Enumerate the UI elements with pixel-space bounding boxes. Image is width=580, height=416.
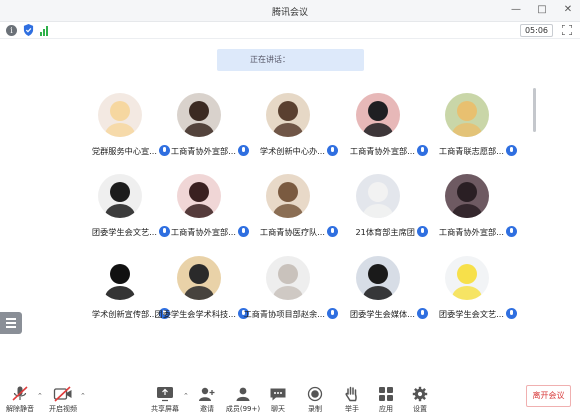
- network-signal-icon[interactable]: [40, 25, 48, 36]
- camera-off-icon: [53, 386, 72, 402]
- participant-tile[interactable]: 团委学生会媒体...: [333, 256, 428, 331]
- participant-name: 工商青协外宣部...: [170, 146, 236, 156]
- participant-name: 工商青协外宣部...: [170, 227, 236, 237]
- avatar: [266, 174, 310, 218]
- participant-name: 学术创新中心办...: [259, 146, 325, 156]
- hand-icon: [345, 386, 357, 402]
- record-button[interactable]: 录制: [295, 386, 335, 416]
- avatar: [98, 93, 142, 137]
- settings-button[interactable]: 设置: [400, 386, 440, 416]
- participant-list-toggle[interactable]: [0, 312, 22, 334]
- unmute-button[interactable]: 解除静音: [0, 386, 40, 416]
- info-icon[interactable]: i: [6, 24, 17, 36]
- invite-button[interactable]: 邀请: [187, 386, 227, 416]
- members-icon: [236, 387, 250, 401]
- leave-meeting-button[interactable]: 离开会议: [526, 385, 571, 407]
- avatar: [356, 93, 400, 137]
- participant-name: 工商青协外宣部...: [438, 227, 504, 237]
- avatar: [266, 93, 310, 137]
- settings-label: 设置: [413, 405, 427, 413]
- meeting-toolbar: 解除静音 ⌃ 开启视频 ⌃ 共享屏幕 ⌃ 邀请 成员(99+) 聊天 录制 举手…: [0, 380, 580, 416]
- chevron-up-icon[interactable]: ⌃: [37, 392, 43, 400]
- apps-icon: [379, 387, 393, 401]
- mic-status-icon: [506, 308, 517, 319]
- gear-icon: [412, 386, 428, 402]
- minimize-icon[interactable]: —: [510, 3, 522, 17]
- record-label: 录制: [308, 405, 322, 413]
- participant-name: 团委学生会文艺...: [91, 227, 157, 237]
- members-label: 成员(99+): [225, 405, 261, 413]
- participant-name: 工商青协项目部赵余...: [243, 309, 326, 319]
- avatar: [98, 174, 142, 218]
- members-button[interactable]: 成员(99+): [223, 386, 263, 416]
- avatar: [177, 93, 221, 137]
- meeting-timer: 05:06: [519, 24, 553, 37]
- participant-name: 21体育部主席团: [355, 227, 415, 237]
- mic-status-icon: [506, 145, 517, 156]
- participant-tile[interactable]: 工商青协项目部赵余...: [243, 256, 338, 331]
- participant-name: 团委学生会媒体...: [349, 309, 415, 319]
- participant-name: 党群服务中心宣...: [91, 146, 157, 156]
- scrollbar[interactable]: [533, 88, 536, 132]
- avatar: [445, 93, 489, 137]
- chat-label: 聊天: [271, 405, 285, 413]
- participant-tile[interactable]: 工商青协外宣部...: [154, 93, 249, 168]
- shield-icon[interactable]: [23, 24, 34, 36]
- participant-tile[interactable]: 团委学生会学术科技...: [154, 256, 249, 331]
- status-bar: i 05:06: [0, 22, 580, 39]
- start-video-label: 开启视频: [49, 405, 77, 413]
- title-bar: 腾讯会议 — □ ✕: [0, 0, 580, 22]
- avatar: [266, 256, 310, 300]
- close-icon[interactable]: ✕: [562, 3, 574, 17]
- avatar: [356, 174, 400, 218]
- speaking-indicator: 正在讲话：: [217, 49, 364, 71]
- record-icon: [307, 386, 323, 402]
- maximize-icon[interactable]: □: [536, 3, 548, 17]
- share-screen-button[interactable]: 共享屏幕: [145, 386, 185, 416]
- mic-status-icon: [506, 226, 517, 237]
- participant-name: 团委学生会学术科技...: [154, 309, 237, 319]
- window-controls: — □ ✕: [510, 3, 574, 17]
- participant-tile[interactable]: 工商青协医疗队...: [243, 174, 338, 249]
- add-user-icon: [199, 387, 215, 401]
- participant-tile[interactable]: 工商青协外宣部...: [422, 174, 517, 249]
- avatar: [177, 174, 221, 218]
- chat-icon: [270, 388, 286, 401]
- participant-tile[interactable]: 工商青协外宣部...: [154, 174, 249, 249]
- participant-tile[interactable]: 学术创新中心办...: [243, 93, 338, 168]
- avatar: [98, 256, 142, 300]
- avatar: [356, 256, 400, 300]
- share-screen-label: 共享屏幕: [151, 405, 179, 413]
- start-video-button[interactable]: 开启视频: [43, 386, 83, 416]
- participant-tile[interactable]: 工商青联志愿部...: [422, 93, 517, 168]
- participant-tile[interactable]: 21体育部主席团: [333, 174, 428, 249]
- chevron-up-icon[interactable]: ⌃: [80, 392, 86, 400]
- participant-name: 团委学生会文艺...: [438, 309, 504, 319]
- participant-name: 工商青联志愿部...: [438, 146, 504, 156]
- avatar: [177, 256, 221, 300]
- mic-muted-icon: [12, 386, 28, 401]
- chat-button[interactable]: 聊天: [258, 386, 298, 416]
- avatar: [445, 174, 489, 218]
- participant-tile[interactable]: 团委学生会文艺...: [422, 256, 517, 331]
- participant-tile[interactable]: 工商青协外宣部...: [333, 93, 428, 168]
- participant-name: 工商青协医疗队...: [259, 227, 325, 237]
- unmute-label: 解除静音: [6, 405, 34, 413]
- window-title: 腾讯会议: [271, 8, 308, 18]
- participant-name: 学术创新宣传部...: [91, 309, 157, 319]
- fullscreen-icon[interactable]: [562, 25, 572, 35]
- share-screen-icon: [157, 387, 173, 402]
- avatar: [445, 256, 489, 300]
- invite-label: 邀请: [200, 405, 214, 413]
- participant-name: 工商青协外宣部...: [349, 146, 415, 156]
